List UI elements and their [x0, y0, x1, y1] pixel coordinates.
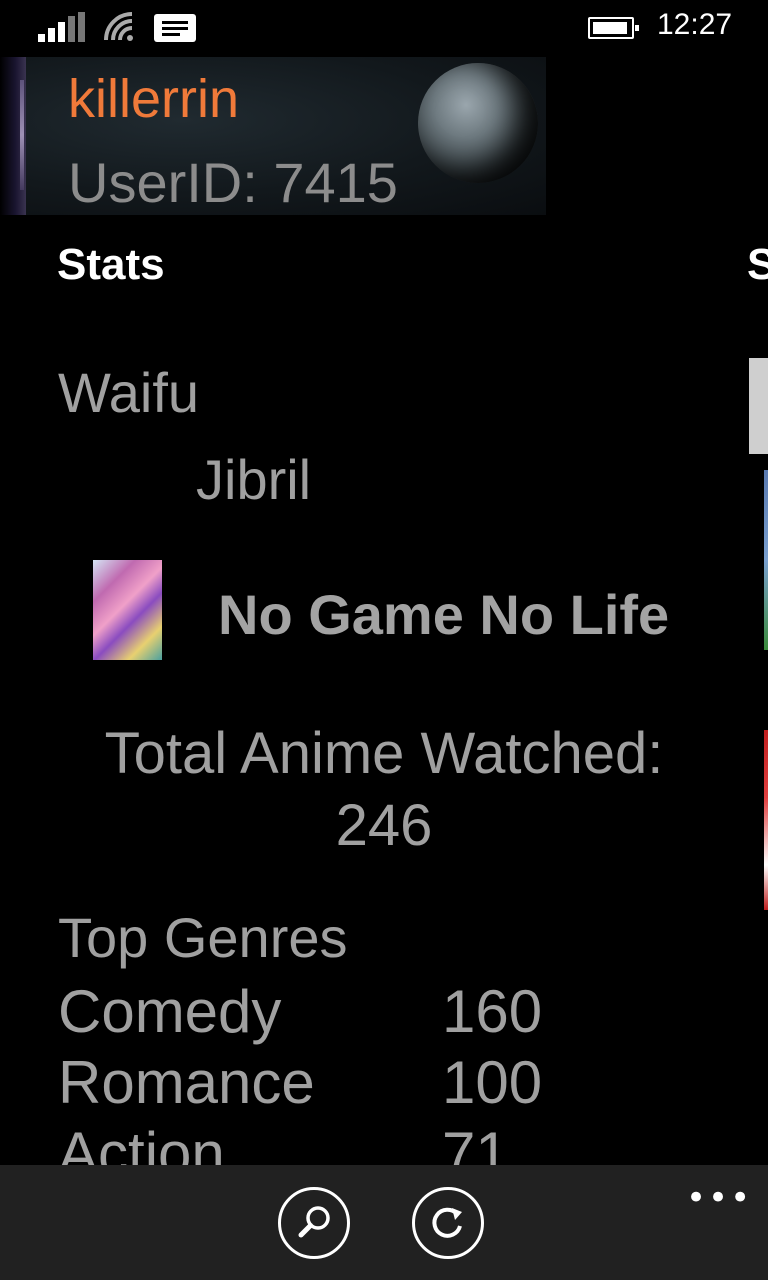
planet-image — [418, 63, 538, 183]
pivot-header-stats[interactable]: Stats — [57, 240, 165, 290]
wifi-icon — [104, 12, 138, 42]
waifu-label: Waifu — [58, 361, 200, 424]
genre-name: Comedy — [58, 978, 282, 1045]
clock: 12:27 — [657, 8, 733, 41]
next-pivot-image — [764, 470, 768, 650]
status-bar: 12:27 — [0, 0, 768, 56]
total-anime-value: 246 — [335, 793, 433, 858]
refresh-icon — [432, 1207, 462, 1238]
more-options-button[interactable]: ••• — [686, 1178, 752, 1218]
anime-title[interactable]: No Game No Life — [218, 582, 669, 647]
total-anime-label: Total Anime Watched: — [104, 721, 664, 786]
banner-streak — [20, 80, 24, 190]
next-pivot-peek — [749, 358, 768, 454]
anime-cover-thumbnail[interactable] — [93, 560, 162, 660]
search-icon — [298, 1206, 330, 1238]
genre-name: Romance — [58, 1049, 315, 1116]
message-icon — [154, 14, 196, 42]
battery-icon — [588, 17, 639, 39]
username: killerrin — [68, 69, 240, 129]
user-id: UserID: 7415 — [68, 151, 398, 214]
genre-count: 160 — [442, 978, 543, 1045]
signal-icon — [38, 12, 88, 42]
pivot-header-next[interactable]: S — [747, 240, 768, 290]
waifu-name[interactable]: Jibril — [196, 447, 311, 512]
top-genres-label: Top Genres — [58, 906, 348, 969]
search-button[interactable] — [278, 1187, 350, 1259]
refresh-button[interactable] — [412, 1187, 484, 1259]
app-bar — [0, 1165, 768, 1280]
genre-count: 100 — [442, 1049, 543, 1116]
